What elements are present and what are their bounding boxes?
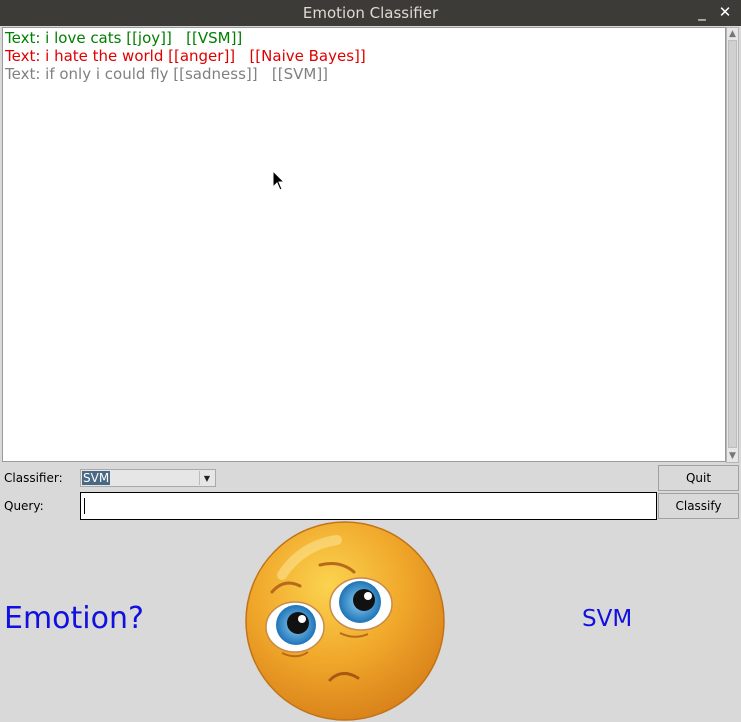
classify-button[interactable]: Classify xyxy=(658,493,739,519)
classifier-label: Classifier: xyxy=(4,471,63,485)
query-label: Query: xyxy=(4,499,44,513)
quit-button[interactable]: Quit xyxy=(658,465,739,491)
vertical-scrollbar[interactable]: ▲ ▼ xyxy=(726,27,739,463)
sad-face-emoji-icon xyxy=(245,521,445,721)
classifier-selected-value: SVM xyxy=(82,471,111,485)
query-input[interactable] xyxy=(80,492,657,520)
log-line-2: Text: i hate the world [[anger]] [[Naive… xyxy=(5,47,366,65)
log-line-1: Text: i love cats [[joy]] [[VSM]] xyxy=(5,29,243,47)
title-bar: Emotion Classifier _ ✕ xyxy=(0,0,741,26)
window-title: Emotion Classifier xyxy=(302,4,439,22)
scroll-up-icon[interactable]: ▲ xyxy=(727,28,738,40)
output-log[interactable]: Text: i love cats [[joy]] [[VSM]] Text: … xyxy=(2,27,726,462)
scroll-down-icon[interactable]: ▼ xyxy=(727,450,738,462)
classifier-select[interactable]: SVM ▼ xyxy=(80,469,216,487)
log-line-3: Text: if only i could fly [[sadness]] [[… xyxy=(5,65,329,83)
mouse-pointer-icon xyxy=(272,170,286,191)
text-caret xyxy=(84,498,85,514)
close-icon[interactable]: ✕ xyxy=(716,3,734,21)
scroll-thumb[interactable] xyxy=(728,40,737,448)
chevron-down-icon[interactable]: ▼ xyxy=(199,471,214,485)
emotion-label: Emotion? xyxy=(4,601,144,636)
minimize-icon[interactable]: _ xyxy=(693,3,711,21)
model-label: SVM xyxy=(582,606,633,632)
